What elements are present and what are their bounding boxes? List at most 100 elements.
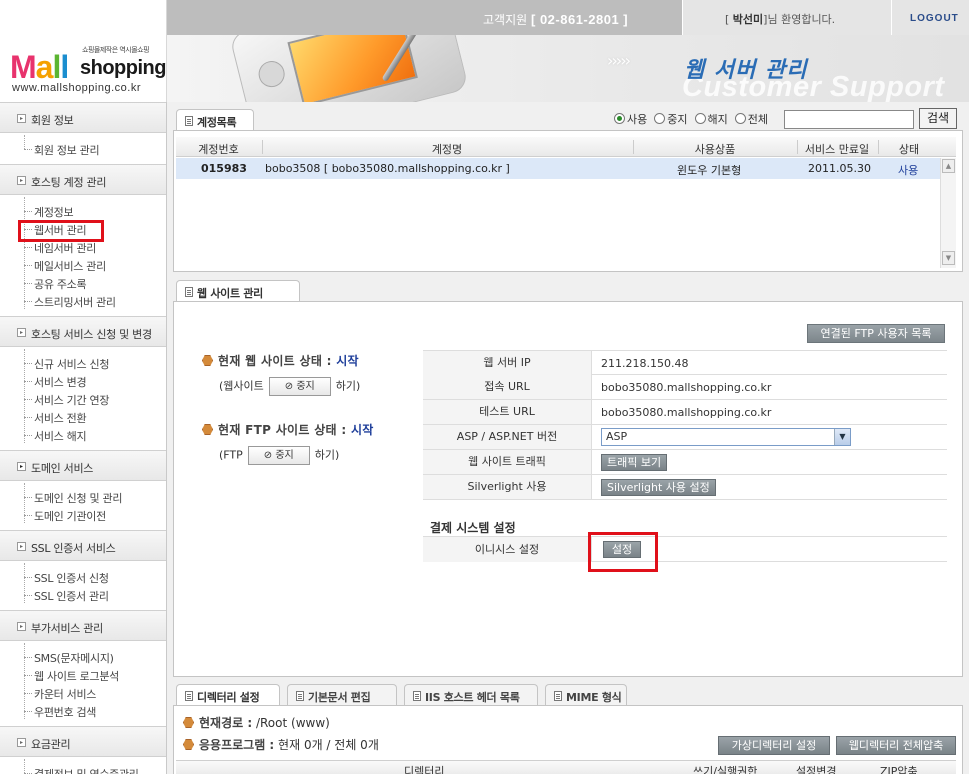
info-row-silverlight: Silverlight 사용 Silverlight 사용 설정 bbox=[423, 475, 947, 500]
sidebar-item-service-change[interactable]: 서비스 변경 bbox=[23, 374, 87, 390]
account-status: 사용 bbox=[898, 164, 919, 177]
asp-version-select[interactable]: ASP ▼ bbox=[601, 428, 851, 446]
sidebar-section-ssl[interactable]: ▸ SSL 인증서 서비스 bbox=[0, 530, 166, 561]
search-input[interactable] bbox=[784, 110, 914, 129]
status-filter: 사용 중지 해지 전체 bbox=[614, 111, 768, 129]
chevron-down-icon[interactable]: ▼ bbox=[834, 429, 850, 445]
sidebar-item-name-server[interactable]: 네임서버 관리 bbox=[23, 240, 96, 256]
main-content: 계정목록 사용 중지 해지 전체 검색 계정번호 계정명 사용상품 서비스 만료… bbox=[167, 102, 969, 774]
column-header: 계정번호 bbox=[198, 143, 239, 156]
web-status-value: 시작 bbox=[336, 354, 359, 368]
document-icon bbox=[185, 287, 193, 297]
ftp-status-value: 시작 bbox=[350, 423, 374, 437]
sidebar-section-billing[interactable]: ▸ 요금관리 bbox=[0, 726, 166, 757]
sidebar-item-ssl-apply[interactable]: SSL 인증서 신청 bbox=[24, 570, 109, 586]
filter-option-stopped[interactable]: 중지 bbox=[654, 113, 688, 126]
banner: ››››› Customer Support 웹 서버 관리 bbox=[167, 35, 969, 102]
column-header: 상태 bbox=[898, 143, 920, 156]
sidebar-item-mail-service[interactable]: 메일서비스 관리 bbox=[24, 258, 106, 274]
compress-all-button[interactable]: 웹디렉터리 전체압축 bbox=[836, 736, 956, 755]
filter-option-cancelled[interactable]: 해지 bbox=[694, 113, 728, 126]
tab-directory-settings[interactable]: 디렉터리 설정 bbox=[176, 684, 280, 706]
sidebar-section-member[interactable]: ▸ 회원 정보 bbox=[0, 102, 166, 133]
sidebar-item-service-cancel[interactable]: 서비스 해지 bbox=[23, 428, 87, 444]
search-button[interactable]: 검색 bbox=[919, 108, 957, 129]
web-stop-button[interactable]: ⊘ 중지 bbox=[268, 377, 331, 396]
sidebar-section-addon[interactable]: ▸ 부가서비스 관리 bbox=[0, 610, 166, 641]
tab-website-management[interactable]: 웹 사이트 관리 bbox=[176, 280, 300, 302]
sidebar-section-domain[interactable]: ▸ 도메인 서비스 bbox=[0, 450, 166, 481]
logout-button[interactable]: LOGOUT bbox=[910, 13, 959, 24]
sidebar-item-domain-transfer[interactable]: 도메인 기관이전 bbox=[24, 508, 106, 524]
sidebar-item-ssl-manage[interactable]: SSL 인증서 관리 bbox=[24, 588, 109, 604]
tab-account-list[interactable]: 계정목록 bbox=[176, 109, 254, 131]
expand-icon: ▸ bbox=[17, 622, 26, 631]
filter-option-active[interactable]: 사용 bbox=[614, 113, 647, 126]
account-name: bobo3508 [ bobo35080.mallshopping.co.kr … bbox=[265, 162, 510, 175]
header: 쇼핑몰제작은 역시몰쇼핑 Mall shopping www.mallshopp… bbox=[0, 0, 969, 102]
web-site-status: 현재 웹 사이트 상태 : 시작 bbox=[202, 352, 359, 369]
hexagon-bullet-icon bbox=[183, 717, 194, 728]
arrow-decoration-icon: ››››› bbox=[607, 51, 631, 70]
tab-default-document[interactable]: 기본문서 편집 bbox=[287, 684, 397, 706]
sidebar-item-account-info[interactable]: 계정정보 bbox=[23, 204, 74, 220]
logo-url: www.mallshopping.co.kr bbox=[12, 82, 141, 94]
silverlight-setup-button[interactable]: Silverlight 사용 설정 bbox=[601, 479, 716, 496]
column-header: 계정명 bbox=[431, 143, 463, 156]
account-product: 윈도우 기본형 bbox=[677, 164, 742, 177]
web-server-ip: 211.218.150.48 bbox=[601, 357, 689, 370]
info-row-asp-version: ASP / ASP.NET 버전 ASP ▼ bbox=[423, 425, 947, 450]
sidebar-item-new-service[interactable]: 신규 서비스 신청 bbox=[23, 356, 109, 372]
sidebar-item-shared-addressbook[interactable]: 공유 주소록 bbox=[23, 276, 87, 292]
sidebar-item-payment-receipt[interactable]: 결제정보 및 영수증관리 bbox=[24, 766, 139, 774]
sidebar-item-zipcode[interactable]: 우편번호 검색 bbox=[23, 704, 96, 720]
highlight-box bbox=[18, 220, 104, 242]
test-url: bobo35080.mallshopping.co.kr bbox=[601, 406, 772, 419]
sidebar-item-service-extend[interactable]: 서비스 기간 연장 bbox=[23, 392, 109, 408]
tab-iis-host-headers[interactable]: IIS 호스트 헤더 목록 bbox=[404, 684, 538, 706]
sidebar-item-domain-manage[interactable]: 도메인 신청 및 관리 bbox=[23, 490, 122, 506]
sidebar-item-log-analysis[interactable]: 웹 사이트 로그분석 bbox=[24, 668, 119, 684]
column-header: 서비스 만료일 bbox=[804, 143, 870, 156]
sidebar: ▸ 회원 정보 회원 정보 관리 ▸ 호스팅 계정 관리 계정정보 웹서버 관리 네… bbox=[0, 102, 167, 774]
customer-support-info: 고객지원 [ 02-861-2801 ] bbox=[483, 11, 628, 28]
logout-box: LOGOUT bbox=[891, 0, 969, 35]
info-row-access-url: 접속 URL bobo35080.mallshopping.co.kr bbox=[423, 375, 947, 400]
site-logo[interactable]: 쇼핑몰제작은 역시몰쇼핑 Mall shopping www.mallshopp… bbox=[0, 0, 167, 102]
ftp-stop-button[interactable]: ⊘ 중지 bbox=[247, 446, 310, 465]
column-header: 설정변경 bbox=[796, 765, 837, 774]
ftp-stop-line: (FTP ⊘ 중지 하기) bbox=[219, 446, 339, 465]
sidebar-item-streaming-server[interactable]: 스트리밍서버 관리 bbox=[24, 294, 116, 310]
highlight-box bbox=[588, 532, 658, 572]
table-row[interactable]: 015983 bobo3508 [ bobo35080.mallshopping… bbox=[176, 158, 940, 179]
radio-icon bbox=[734, 113, 746, 124]
sidebar-item-sms[interactable]: SMS(문자메시지) bbox=[24, 650, 114, 666]
payment-system-heading: 결제 시스템 설정 bbox=[430, 521, 516, 535]
account-list-scrollbar[interactable]: ▲ ▼ bbox=[940, 158, 956, 268]
filter-option-all[interactable]: 전체 bbox=[734, 113, 768, 126]
sidebar-section-hosting-account[interactable]: ▸ 호스팅 계정 관리 bbox=[0, 164, 166, 195]
ftp-site-status: 현재 FTP 사이트 상태 : 시작 bbox=[202, 421, 374, 438]
support-phone: [ 02-861-2801 ] bbox=[531, 12, 629, 27]
sidebar-item-service-convert[interactable]: 서비스 전환 bbox=[23, 410, 87, 426]
sidebar-section-hosting-service[interactable]: ▸ 호스팅 서비스 신청 및 변경 bbox=[0, 316, 166, 347]
application-count: 응용프로그램 : 현재 0개 / 전체 0개 bbox=[183, 736, 379, 753]
welcome-box: [ 박선미]님 환영합니다. bbox=[682, 0, 891, 35]
scroll-down-icon[interactable]: ▼ bbox=[942, 251, 955, 265]
sidebar-item-counter[interactable]: 카운터 서비스 bbox=[23, 686, 96, 702]
pda-illustration bbox=[228, 35, 470, 102]
sidebar-item-member-info[interactable]: 회원 정보 관리 bbox=[23, 142, 100, 158]
document-icon bbox=[185, 691, 193, 701]
hexagon-bullet-icon bbox=[202, 355, 213, 366]
ftp-users-list-button[interactable]: 연결된 FTP 사용자 목록 bbox=[807, 324, 945, 343]
welcome-message: [ 박선미]님 환영합니다. bbox=[725, 13, 836, 26]
scroll-up-icon[interactable]: ▲ bbox=[942, 159, 955, 173]
support-label: 고객지원 bbox=[483, 13, 528, 27]
traffic-view-button[interactable]: 트래픽 보기 bbox=[601, 454, 668, 471]
hexagon-bullet-icon bbox=[202, 424, 213, 435]
expand-icon: ▸ bbox=[17, 738, 26, 747]
virtual-directory-button[interactable]: 가상디렉터리 설정 bbox=[718, 736, 830, 755]
account-id: 015983 bbox=[201, 162, 247, 175]
tab-mime-types[interactable]: MIME 형식 bbox=[545, 684, 627, 706]
top-bar: 고객지원 [ 02-861-2801 ] [ 박선미]님 환영합니다. LOGO… bbox=[167, 0, 969, 35]
